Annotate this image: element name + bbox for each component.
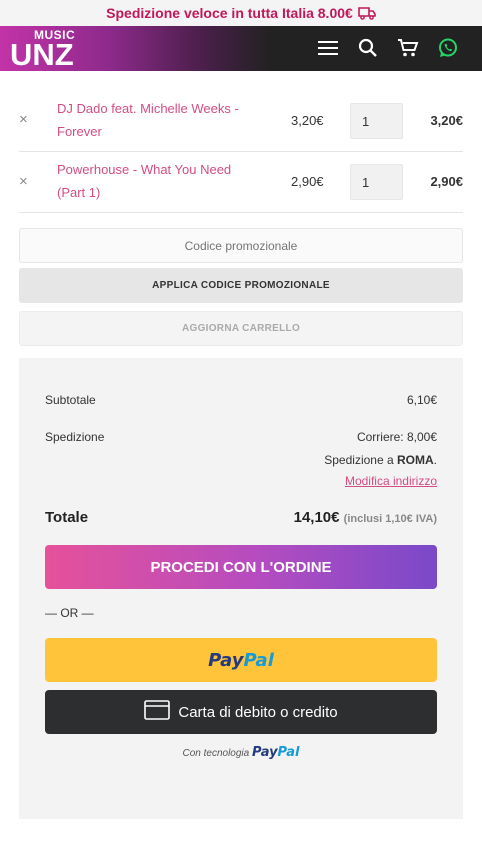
menu-icon[interactable] bbox=[316, 36, 340, 60]
cart-item: × Powerhouse - What You Need (Part 1) 2,… bbox=[19, 152, 463, 213]
promo-text: Spedizione veloce in tutta Italia 8.00€ bbox=[106, 5, 353, 21]
quantity-input[interactable] bbox=[350, 164, 403, 200]
header-icons bbox=[316, 36, 460, 60]
cart-item-title[interactable]: Powerhouse - What You Need (Part 1) bbox=[57, 158, 257, 204]
paypal-button[interactable]: PayPal bbox=[45, 638, 437, 682]
promo-bar: Spedizione veloce in tutta Italia 8.00€ bbox=[0, 0, 482, 26]
shipping-city: ROMA bbox=[396, 453, 434, 467]
remove-item-button[interactable]: × bbox=[19, 173, 28, 190]
subtotal-label: Subtotale bbox=[45, 393, 96, 407]
cart-item-subtotal: 2,90€ bbox=[430, 174, 463, 189]
remove-item-button[interactable]: × bbox=[19, 111, 28, 128]
site-header: MUSIC UNZ bbox=[0, 26, 482, 71]
cart-item-price: 2,90€ bbox=[291, 174, 324, 189]
shipping-label: Spedizione bbox=[45, 430, 105, 444]
truck-icon bbox=[358, 6, 376, 20]
total-value: 14,10€ (inclusi 1,10€ IVA) bbox=[293, 509, 437, 526]
quantity-input[interactable] bbox=[350, 103, 403, 139]
or-divider: — OR — bbox=[45, 606, 94, 620]
logo-unz: UNZ bbox=[10, 37, 74, 71]
card-payment-label: Carta di debito o credito bbox=[178, 703, 338, 721]
credit-card-icon bbox=[144, 700, 171, 724]
shipping-destination: Spedizione a ROMA. bbox=[324, 453, 437, 467]
paypal-logo: PayPal bbox=[208, 649, 274, 671]
cart-item: × DJ Dado feat. Michelle Weeks - Forever… bbox=[19, 91, 463, 152]
whatsapp-icon[interactable] bbox=[436, 36, 460, 60]
subtotal-value: 6,10€ bbox=[406, 393, 437, 407]
total-label: Totale bbox=[45, 509, 89, 526]
shipping-method: Corriere: 8,00€ bbox=[356, 430, 437, 444]
cart-item-title[interactable]: DJ Dado feat. Michelle Weeks - Forever bbox=[57, 97, 257, 143]
apply-coupon-button[interactable]: APPLICA CODICE PROMOZIONALE bbox=[19, 268, 463, 303]
change-address-link[interactable]: Modifica indirizzo bbox=[345, 474, 437, 488]
coupon-input[interactable] bbox=[19, 228, 463, 263]
paypal-logo-small: PayPal bbox=[252, 745, 300, 760]
checkout-button[interactable]: PROCEDI CON L'ORDINE bbox=[45, 545, 437, 589]
cart-totals: Subtotale 6,10€ Spedizione Corriere: 8,0… bbox=[19, 358, 463, 819]
cart-item-subtotal: 3,20€ bbox=[430, 113, 463, 128]
search-icon[interactable] bbox=[356, 36, 380, 60]
update-cart-button[interactable]: AGGIORNA CARRELLO bbox=[19, 311, 463, 346]
cart-item-price: 3,20€ bbox=[291, 113, 324, 128]
cart-icon[interactable] bbox=[396, 36, 420, 60]
powered-by-paypal: Con tecnologia PayPal bbox=[182, 745, 300, 760]
card-payment-button[interactable]: Carta di debito o credito bbox=[45, 690, 437, 734]
tax-note: (inclusi 1,10€ IVA) bbox=[343, 513, 437, 525]
